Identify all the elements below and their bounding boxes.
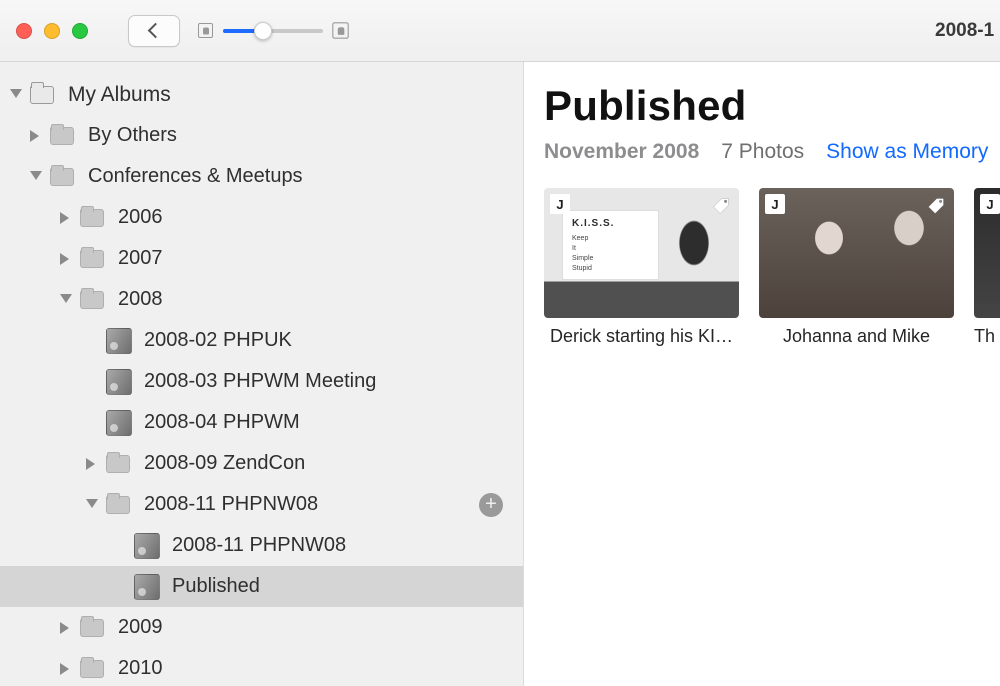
content-area: My Albums By Others Conferences & Meetups… — [0, 62, 1000, 686]
thumbnail-small-icon[interactable] — [198, 23, 213, 38]
chevron-left-icon — [148, 23, 164, 39]
photo-format-badge: J — [550, 194, 570, 214]
add-album-button[interactable]: + — [479, 493, 503, 517]
photo-thumbnail[interactable]: J — [974, 188, 1000, 318]
back-button[interactable] — [128, 15, 180, 47]
sidebar-item[interactable]: 2008-11 PHPNW08 + — [0, 484, 523, 525]
album-meta-row: November 2008 7 Photos Show as Memory — [544, 140, 1000, 164]
albums-folder-icon — [30, 86, 54, 104]
folder-icon — [50, 127, 74, 145]
zoom-slider-knob[interactable] — [254, 22, 272, 40]
slide-title: K.I.S.S. — [572, 218, 614, 229]
album-thumbnail-icon — [106, 328, 132, 354]
album-view: Published November 2008 7 Photos Show as… — [524, 62, 1000, 686]
folder-icon — [106, 455, 130, 473]
sidebar-item[interactable]: 2008-09 ZendCon — [0, 443, 523, 484]
album-thumbnail-icon — [106, 369, 132, 395]
photo-card: J Johanna and Mike — [759, 188, 954, 347]
keyword-tag-icon[interactable] — [926, 196, 946, 216]
sidebar-item-label: 2008-11 PHPNW08 — [144, 493, 473, 516]
window-title-text: 2008-1 — [935, 20, 994, 42]
sidebar-item-label: 2008-03 PHPWM Meeting — [144, 370, 523, 393]
sidebar-item-label: By Others — [88, 124, 523, 147]
album-thumbnail-icon — [134, 533, 160, 559]
sidebar-item-label: 2009 — [118, 616, 523, 639]
zoom-window-button[interactable] — [72, 23, 88, 39]
sidebar-item[interactable]: 2009 — [0, 607, 523, 648]
sidebar-header-my-albums[interactable]: My Albums — [0, 74, 523, 115]
sidebar-item[interactable]: 2008 — [0, 279, 523, 320]
sidebar-tree: By Others Conferences & Meetups 2006 2007 20… — [0, 115, 523, 686]
disclosure-triangle-icon[interactable] — [60, 212, 72, 224]
sidebar-item-label: 2008-04 PHPWM — [144, 411, 523, 434]
sidebar-item[interactable]: Conferences & Meetups — [0, 156, 523, 197]
sidebar-item[interactable]: 2008-03 PHPWM Meeting — [0, 361, 523, 402]
minimize-window-button[interactable] — [44, 23, 60, 39]
folder-icon — [80, 660, 104, 678]
album-title: Published — [544, 82, 1000, 130]
album-photo-count: 7 Photos — [721, 140, 804, 164]
sidebar-item[interactable]: 2008-11 PHPNW08 — [0, 525, 523, 566]
folder-icon — [80, 619, 104, 637]
folder-icon — [80, 209, 104, 227]
window-title: 2008-1 — [935, 0, 1000, 62]
sidebar-item-label: 2008-11 PHPNW08 — [172, 534, 523, 557]
sidebar-item[interactable]: 2006 — [0, 197, 523, 238]
disclosure-triangle-icon[interactable] — [60, 663, 72, 675]
keyword-tag-icon[interactable] — [711, 196, 731, 216]
sidebar-item[interactable]: Published — [0, 566, 523, 607]
disclosure-triangle-icon[interactable] — [60, 253, 72, 265]
sidebar-header-label: My Albums — [68, 83, 523, 107]
photo-thumbnail[interactable]: JK.I.S.S. KeepItSimpleStupid — [544, 188, 739, 318]
titlebar: 2008-1 — [0, 0, 1000, 62]
sidebar-item-label: 2008-09 ZendCon — [144, 452, 523, 475]
disclosure-triangle-icon[interactable] — [60, 622, 72, 634]
album-date: November 2008 — [544, 140, 699, 164]
sidebar-item-label: 2008-02 PHPUK — [144, 329, 523, 352]
photo-caption: Derick starting his KI… — [544, 326, 739, 347]
folder-icon — [106, 496, 130, 514]
close-window-button[interactable] — [16, 23, 32, 39]
sidebar-item-label: 2006 — [118, 206, 523, 229]
sidebar-item-label: Published — [172, 575, 523, 598]
slide-bullets: KeepItSimpleStupid — [572, 234, 593, 274]
photo-grid: JK.I.S.S.KeepItSimpleStupidDerick starti… — [544, 188, 1000, 347]
folder-icon — [80, 250, 104, 268]
disclosure-triangle-icon[interactable] — [30, 171, 42, 183]
thumbnail-zoom-control — [198, 23, 348, 38]
thumbnail-large-icon[interactable] — [332, 22, 349, 39]
photo-card: JK.I.S.S. KeepItSimpleStupid Derick starti… — [544, 188, 739, 347]
disclosure-triangle-icon[interactable] — [86, 458, 98, 470]
sidebar-item[interactable]: 2008-04 PHPWM — [0, 402, 523, 443]
photo-format-badge: J — [765, 194, 785, 214]
disclosure-triangle-icon[interactable] — [30, 130, 42, 142]
sidebar-item-label: 2010 — [118, 657, 523, 680]
photo-format-badge: J — [980, 194, 1000, 214]
folder-icon — [50, 168, 74, 186]
photo-thumbnail[interactable]: J — [759, 188, 954, 318]
sidebar: My Albums By Others Conferences & Meetups… — [0, 62, 524, 686]
sidebar-item[interactable]: 2010 — [0, 648, 523, 686]
folder-icon — [80, 291, 104, 309]
sidebar-item-label: Conferences & Meetups — [88, 165, 523, 188]
sidebar-item-label: 2007 — [118, 247, 523, 270]
disclosure-triangle-icon[interactable] — [10, 89, 22, 101]
zoom-slider[interactable] — [223, 29, 323, 33]
sidebar-item[interactable]: By Others — [0, 115, 523, 156]
photo-caption: Th — [974, 326, 1000, 347]
sidebar-item-label: 2008 — [118, 288, 523, 311]
show-as-memory-link[interactable]: Show as Memory — [826, 140, 988, 164]
sidebar-item[interactable]: 2008-02 PHPUK — [0, 320, 523, 361]
disclosure-triangle-icon[interactable] — [60, 294, 72, 306]
photo-card: J Th — [974, 188, 1000, 347]
album-thumbnail-icon — [106, 410, 132, 436]
sidebar-item[interactable]: 2007 — [0, 238, 523, 279]
album-thumbnail-icon — [134, 574, 160, 600]
photo-caption: Johanna and Mike — [759, 326, 954, 347]
window-controls — [16, 23, 88, 39]
disclosure-triangle-icon[interactable] — [86, 499, 98, 511]
